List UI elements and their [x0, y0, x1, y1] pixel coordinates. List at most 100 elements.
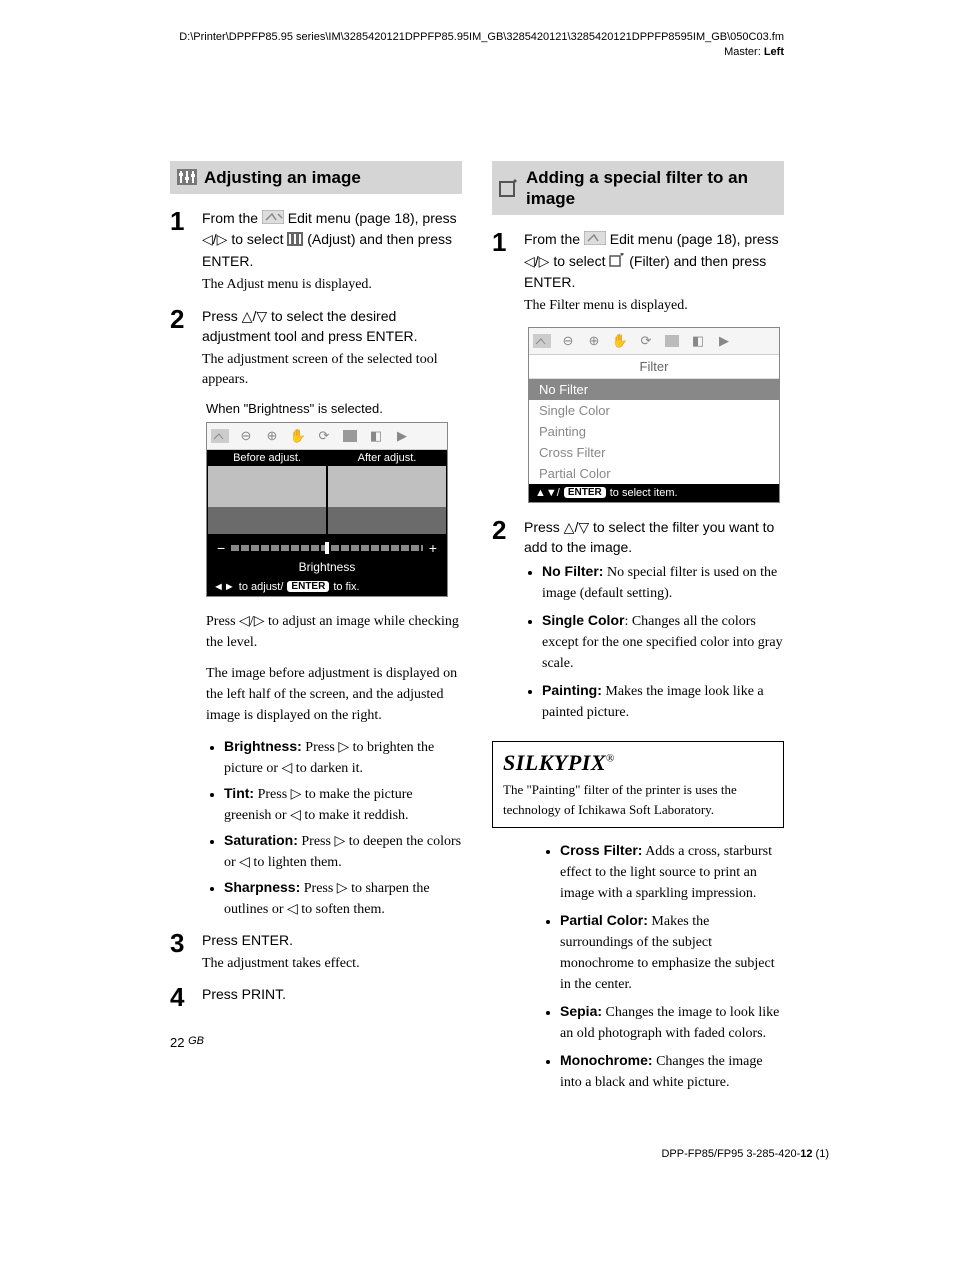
footer-right: DPP-FP85/FP95 3-285-420-12 (1): [661, 1148, 829, 1160]
page-number: 22 GB: [170, 1035, 204, 1050]
left-column: Adjusting an image 1 From the Edit menu …: [170, 161, 462, 1100]
section-title: Adding a special filter to an image: [526, 167, 776, 210]
arrows-icon: ▲▼/: [535, 487, 560, 499]
minus-icon: −: [217, 540, 225, 556]
screenshot-toolbar: ⊖ ⊕ ✋ ⟳ ◧ ▶: [207, 423, 447, 450]
panel-title: Filter: [529, 355, 779, 379]
before-label: Before adjust.: [207, 452, 327, 464]
step-number: 2: [170, 306, 192, 391]
adjust-bullets: Brightness: Press ▷ to brighten the pict…: [206, 736, 462, 920]
list-item: Cross Filter: Adds a cross, starburst ef…: [560, 840, 784, 904]
list-item: Single Color: Changes all the colors exc…: [542, 610, 784, 674]
content-columns: Adjusting an image 1 From the Edit menu …: [170, 161, 784, 1100]
master-value: Left: [764, 46, 784, 58]
filter-item: Cross Filter: [529, 442, 779, 463]
compare-labels: Before adjust. After adjust.: [207, 450, 447, 466]
step-sub: The adjustment screen of the selected to…: [202, 350, 462, 391]
filter-screenshot: ⊖ ⊕ ✋ ⟳ ◧ ▶ Filter No Filter Single Colo…: [528, 327, 780, 503]
header-path: D:\Printer\DPPFP85.95 series\IM\32854201…: [170, 30, 784, 61]
before-image: [208, 466, 326, 534]
step-1: 1 From the Edit menu (page 18), press ◁/…: [170, 208, 462, 295]
right-column: Adding a special filter to an image 1 Fr…: [492, 161, 784, 1100]
filter-list: No Filter Single Color Painting Cross Fi…: [529, 379, 779, 484]
silkypix-logo: SILKYPIX®: [503, 750, 773, 776]
step-body: Press △/▽ to select the filter you want …: [524, 517, 784, 730]
zoom-out-icon: ⊖: [237, 428, 255, 444]
zoom-in-icon: ⊕: [263, 428, 281, 444]
hand-icon: ✋: [611, 333, 629, 349]
page: D:\Printer\DPPFP85.95 series\IM\32854201…: [0, 0, 954, 1200]
edit-icon: [211, 428, 229, 444]
list-item: Sharpness: Press ▷ to sharpen the outlin…: [224, 877, 462, 920]
edit-menu-icon: [262, 209, 284, 229]
screenshot-toolbar: ⊖ ⊕ ✋ ⟳ ◧ ▶: [529, 328, 779, 355]
filter-bullets-2: Cross Filter: Adds a cross, starburst ef…: [542, 840, 784, 1093]
filter-icon-inline: [609, 252, 625, 272]
edit-menu-icon: [584, 230, 606, 250]
list-item: Sepia: Changes the image to look like an…: [560, 1001, 784, 1044]
step-number: 4: [170, 984, 192, 1010]
step-sub: The Filter menu is displayed.: [524, 296, 784, 316]
next-icon: ▶: [393, 428, 411, 444]
registered-icon: ®: [606, 753, 615, 765]
step-body: Press △/▽ to select the desired adjustme…: [202, 306, 462, 391]
adjust-sliders-icon: [176, 168, 198, 186]
filter-item: Painting: [529, 421, 779, 442]
adjust-icon: [663, 333, 681, 349]
filter-icon: ◧: [367, 428, 385, 444]
step-2: 2 Press △/▽ to select the filter you wan…: [492, 517, 784, 730]
list-item: Tint: Press ▷ to make the picture greeni…: [224, 783, 462, 826]
step-body: From the Edit menu (page 18), press ◁/▷ …: [524, 229, 784, 316]
list-item: Saturation: Press ▷ to deepen the colors…: [224, 830, 462, 873]
slider-label: Brightness: [207, 558, 447, 578]
filter-icon: ◧: [689, 333, 707, 349]
step-4: 4 Press PRINT.: [170, 984, 462, 1010]
step-sub: The adjustment takes effect.: [202, 954, 462, 974]
compare-images: [207, 466, 447, 534]
filter-bullets-1: No Filter: No special filter is used on …: [524, 561, 784, 723]
after-image: [328, 466, 446, 534]
step-2: 2 Press △/▽ to select the desired adjust…: [170, 306, 462, 391]
step-number: 2: [492, 517, 514, 730]
list-item: No Filter: No special filter is used on …: [542, 561, 784, 604]
filter-item: No Filter: [529, 379, 779, 400]
enter-chip: ENTER: [564, 487, 606, 498]
filter-item: Partial Color: [529, 463, 779, 484]
slider-thumb: [325, 542, 329, 554]
after-text-1: Press ◁/▷ to adjust an image while check…: [206, 611, 462, 653]
step-number: 3: [170, 930, 192, 975]
section-header-filter: Adding a special filter to an image: [492, 161, 784, 216]
rotate-icon: ⟳: [315, 428, 333, 444]
file-path: D:\Printer\DPPFP85.95 series\IM\32854201…: [179, 31, 784, 43]
edit-icon: [533, 333, 551, 349]
step-sub: The Adjust menu is displayed.: [202, 275, 462, 295]
rotate-icon: ⟳: [637, 333, 655, 349]
brightness-screenshot: ⊖ ⊕ ✋ ⟳ ◧ ▶ Before adjust. After adjust.: [206, 422, 448, 597]
screenshot-footer: ◄► to adjust/ ENTER to fix.: [207, 578, 447, 596]
section-header-adjust: Adjusting an image: [170, 161, 462, 194]
filter-sparkle-icon: [498, 179, 520, 197]
silkypix-body: The "Painting" filter of the printer is …: [503, 780, 773, 819]
hand-icon: ✋: [289, 428, 307, 444]
enter-chip: ENTER: [287, 581, 329, 592]
step-3: 3 Press ENTER. The adjustment takes effe…: [170, 930, 462, 975]
plus-icon: +: [429, 540, 437, 556]
zoom-out-icon: ⊖: [559, 333, 577, 349]
arrows-icon: ◄►: [213, 581, 235, 593]
zoom-in-icon: ⊕: [585, 333, 603, 349]
adjust-icon-inline: [287, 231, 303, 251]
adjust-icon: [341, 428, 359, 444]
list-item: Brightness: Press ▷ to brighten the pict…: [224, 736, 462, 779]
silkypix-box: SILKYPIX® The "Painting" filter of the p…: [492, 741, 784, 828]
step-body: Press PRINT.: [202, 984, 462, 1010]
step-body: Press ENTER. The adjustment takes effect…: [202, 930, 462, 975]
filter-panel: Filter No Filter Single Color Painting C…: [529, 355, 779, 484]
after-label: After adjust.: [327, 452, 447, 464]
list-item: Partial Color: Makes the surroundings of…: [560, 910, 784, 995]
slider-track: [231, 545, 423, 551]
after-text-2: The image before adjustment is displayed…: [206, 663, 462, 726]
screenshot-footer: ▲▼/ ENTER to select item.: [529, 484, 779, 502]
next-icon: ▶: [715, 333, 733, 349]
slider-row: − +: [207, 534, 447, 558]
step-number: 1: [170, 208, 192, 295]
